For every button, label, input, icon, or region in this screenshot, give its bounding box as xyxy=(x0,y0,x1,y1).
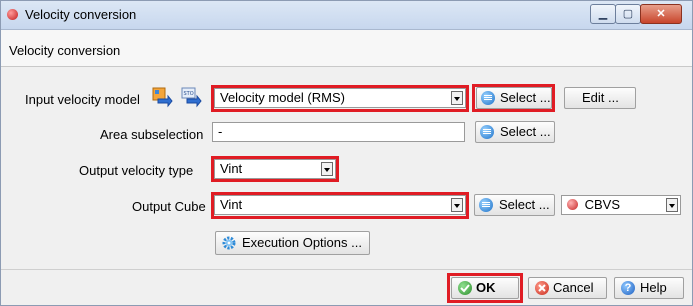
open-model-icon[interactable]: STO xyxy=(181,87,202,108)
cancel-label: Cancel xyxy=(553,280,594,295)
output-select-button[interactable]: Select ... xyxy=(474,194,555,216)
close-icon: ✕ xyxy=(656,8,666,20)
title-bar[interactable]: Velocity conversion ▁ ▢ ✕ xyxy=(1,1,692,30)
dialog-header: Velocity conversion xyxy=(1,30,692,67)
storage-format-select[interactable]: CBVS xyxy=(561,195,681,215)
list-icon xyxy=(480,125,494,139)
dialog-header-title: Velocity conversion xyxy=(9,43,121,58)
close-button[interactable]: ✕ xyxy=(640,4,682,24)
area-subselection-field[interactable]: - xyxy=(212,122,465,142)
window-title: Velocity conversion xyxy=(25,7,137,22)
highlight-box xyxy=(472,84,555,112)
execution-options-button[interactable]: Execution Options ... xyxy=(215,231,370,255)
area-select-label: Select ... xyxy=(500,124,551,139)
area-select-button[interactable]: Select ... xyxy=(475,121,555,143)
output-select-label: Select ... xyxy=(499,197,550,212)
list-icon xyxy=(479,198,493,212)
help-button[interactable]: ? Help xyxy=(614,277,684,299)
footer-separator xyxy=(1,269,692,270)
gear-icon xyxy=(221,235,237,251)
highlight-box xyxy=(211,156,339,182)
area-subselection-value: - xyxy=(218,124,223,139)
svg-text:STO: STO xyxy=(184,91,194,97)
app-icon xyxy=(7,9,18,20)
chevron-down-icon xyxy=(666,198,678,212)
format-icon xyxy=(567,199,578,210)
cancel-button[interactable]: Cancel xyxy=(528,277,607,299)
maximize-icon: ▢ xyxy=(622,8,634,20)
maximize-button[interactable]: ▢ xyxy=(615,4,641,24)
area-subselection-label: Area subselection xyxy=(100,127,204,142)
import-model-icon[interactable] xyxy=(152,87,173,108)
execution-options-label: Execution Options ... xyxy=(242,235,362,250)
highlight-box xyxy=(447,273,523,303)
highlight-box xyxy=(211,192,469,219)
minimize-icon: ▁ xyxy=(598,8,608,20)
input-velocity-model-label: Input velocity model xyxy=(25,92,140,107)
highlight-box xyxy=(211,85,469,112)
output-cube-label: Output Cube xyxy=(132,199,206,214)
help-label: Help xyxy=(640,280,667,295)
minimize-button[interactable]: ▁ xyxy=(590,4,616,24)
dialog-window: Velocity conversion ▁ ▢ ✕ Velocity conve… xyxy=(0,0,693,306)
storage-format-value: CBVS xyxy=(584,197,621,212)
cancel-icon xyxy=(535,281,549,295)
help-icon: ? xyxy=(621,281,635,295)
output-velocity-type-label: Output velocity type xyxy=(79,163,194,178)
edit-button[interactable]: Edit ... xyxy=(564,87,636,109)
edit-label: Edit ... xyxy=(582,90,619,105)
